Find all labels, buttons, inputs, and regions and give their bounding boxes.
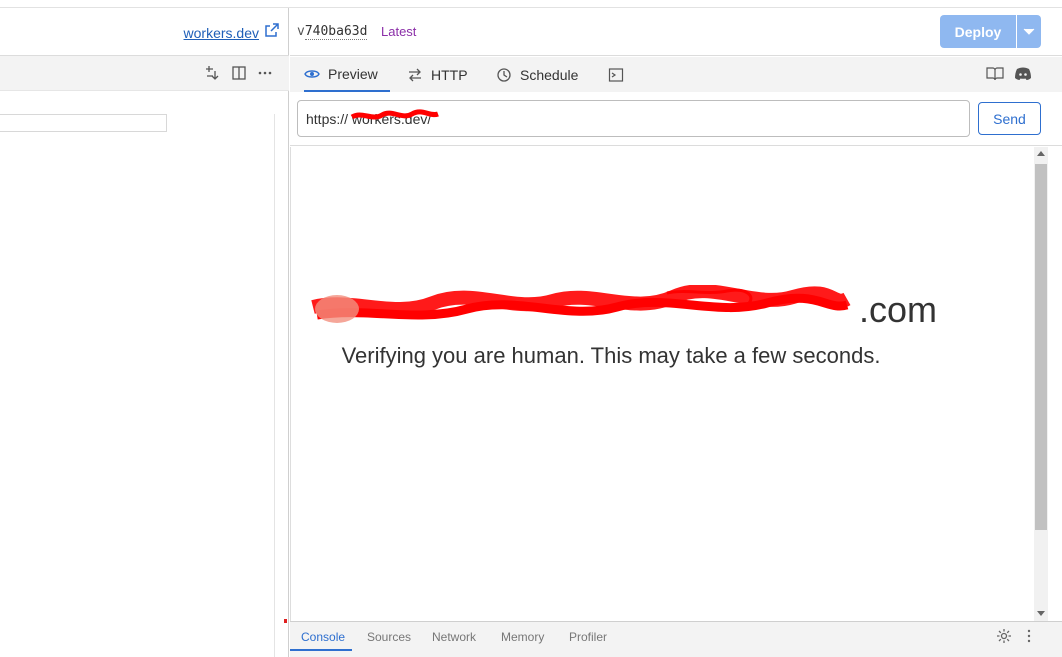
tab-schedule[interactable]: Schedule (496, 57, 578, 92)
latest-badge: Latest (381, 24, 417, 39)
verification-message: Verifying you are human. This may take a… (341, 343, 881, 368)
more-icon[interactable] (257, 65, 273, 81)
redaction-scribble (311, 285, 851, 323)
domain-suffix: .com (858, 289, 937, 330)
preview-tabs: Preview HTTP Schedule (290, 57, 1062, 92)
discord-icon[interactable] (1014, 66, 1032, 82)
gear-icon[interactable] (996, 628, 1012, 644)
terminal-icon (608, 67, 624, 82)
preview-frame: .com Verifying you are human. This may t… (290, 147, 1034, 621)
clock-icon (497, 67, 511, 82)
scroll-up-arrow-icon[interactable] (1037, 151, 1045, 156)
editor-header: workers.dev (0, 8, 289, 56)
devtools-tab-sources[interactable]: Sources (367, 630, 411, 644)
editor-search-field[interactable] (0, 114, 167, 132)
scroll-down-arrow-icon[interactable] (1037, 611, 1045, 616)
version-hash[interactable]: 740ba63d (304, 24, 368, 40)
eye-icon (304, 69, 320, 78)
devtools-panel: Console Sources Network Memory Profiler (290, 621, 1062, 657)
send-button[interactable]: Send (978, 102, 1041, 135)
preview-scrollbar[interactable] (1034, 147, 1048, 621)
deploy-dropdown-button[interactable] (1017, 15, 1041, 48)
devtools-tab-profiler[interactable]: Profiler (569, 630, 607, 644)
docs-book-icon[interactable] (986, 66, 1004, 82)
editor-pane: workers.dev (0, 8, 289, 657)
split-view-icon[interactable] (231, 65, 247, 81)
redaction-scribble (350, 109, 439, 120)
window-top-strip (0, 0, 1062, 8)
external-link-icon[interactable] (264, 22, 280, 38)
devtools-tab-console[interactable]: Console (301, 630, 345, 644)
error-marker (284, 619, 287, 623)
devtools-tab-memory[interactable]: Memory (501, 630, 544, 644)
tab-label: Preview (328, 65, 378, 82)
diff-icon[interactable] (204, 65, 220, 81)
tab-label: Schedule (520, 66, 579, 83)
active-tab-indicator (290, 649, 352, 651)
scroll-thumb[interactable] (1035, 164, 1047, 530)
chevron-down-icon (1023, 28, 1035, 35)
version-label: v740ba63d (297, 24, 368, 40)
tab-terminal[interactable] (608, 57, 624, 92)
tab-label: HTTP (431, 66, 468, 83)
kebab-menu-icon[interactable] (1026, 628, 1032, 644)
editor-divider (274, 114, 275, 657)
right-gutter (1048, 147, 1062, 621)
tab-http[interactable]: HTTP (407, 57, 468, 92)
tab-preview[interactable]: Preview (304, 57, 390, 92)
workers-dev-link[interactable]: workers.dev (184, 25, 259, 41)
deploy-button[interactable]: Deploy (940, 15, 1016, 48)
devtools-tab-network[interactable]: Network (432, 630, 476, 644)
swap-arrows-icon (409, 68, 421, 81)
url-bar: https:// workers.dev/ Send (290, 92, 1062, 146)
app-root: workers.dev v740ba63d Latest Deploy Prev… (0, 0, 1062, 657)
editor-toolbar (0, 56, 289, 91)
preview-header: v740ba63d Latest Deploy (290, 8, 1062, 56)
